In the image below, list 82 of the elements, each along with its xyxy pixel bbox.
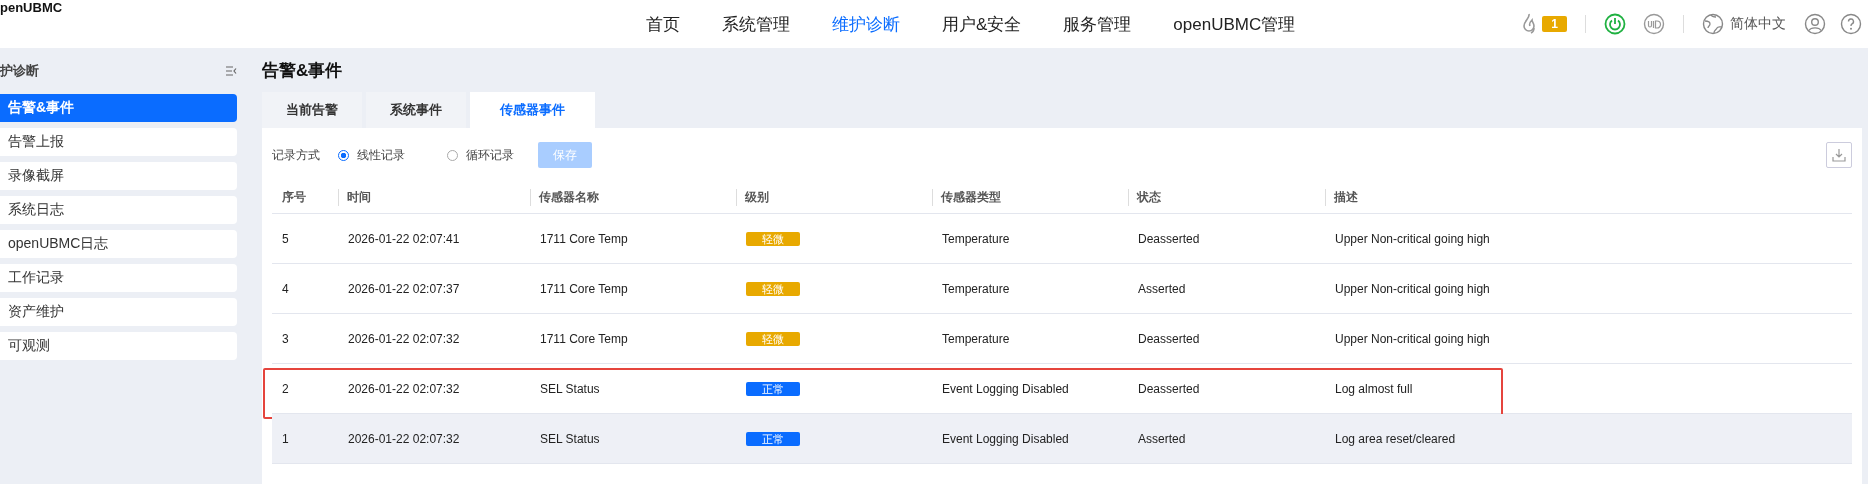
- radio-label: 循环记录: [466, 146, 514, 164]
- table-cell-text: Upper Non-critical going high: [1334, 331, 1491, 346]
- power-icon[interactable]: [1604, 13, 1626, 35]
- tab[interactable]: 系统事件: [366, 92, 466, 128]
- table-cell-text: Deasserted: [1137, 231, 1201, 246]
- nav-tab[interactable]: 维护诊断: [814, 12, 918, 36]
- help-icon[interactable]: [1840, 13, 1862, 35]
- table-cell-text: 1711 Core Temp: [539, 231, 629, 246]
- table-cell-text: 1: [281, 431, 290, 446]
- tab[interactable]: 当前告警: [262, 92, 362, 128]
- column-header: 时间: [338, 189, 530, 206]
- table-row[interactable]: 3 2026-01-22 02:07:32 1711 Core Temp 轻微 Temperature Deasserted Upper Non-critical going high: [272, 314, 1852, 364]
- sidebar-item[interactable]: openUBMC日志: [0, 230, 237, 258]
- table-cell-text: 5: [281, 231, 290, 246]
- sidebar-item[interactable]: 系统日志: [0, 196, 237, 224]
- severity-tag: 轻微: [746, 281, 800, 296]
- severity-tag: 轻微: [746, 331, 800, 346]
- collapse-icon[interactable]: [225, 65, 237, 77]
- nav-tab[interactable]: 系统管理: [704, 12, 808, 36]
- table-cell-text: 2026-01-22 02:07:32: [347, 381, 461, 396]
- radio-label: 线性记录: [357, 146, 405, 164]
- radio-option[interactable]: 循环记录: [447, 146, 514, 164]
- nav-tab[interactable]: 用户&安全: [924, 12, 1040, 36]
- table-cell-text: SEL Status: [539, 431, 601, 446]
- radio-button[interactable]: [338, 149, 349, 161]
- table-cell-text: 2026-01-22 02:07:37: [347, 281, 461, 296]
- radio-option[interactable]: 线性记录: [338, 146, 405, 164]
- download-icon: [1832, 148, 1846, 162]
- sidebar-title: 护诊断: [0, 62, 39, 80]
- table-row[interactable]: 4 2026-01-22 02:07:37 1711 Core Temp 轻微 Temperature Asserted Upper Non-critical going high: [272, 264, 1852, 314]
- severity-tag: 正常: [746, 431, 800, 446]
- sidebar-item[interactable]: 工作记录: [0, 264, 237, 292]
- table-cell-text: Asserted: [1137, 431, 1187, 446]
- table-cell-text: Upper Non-critical going high: [1334, 231, 1491, 246]
- column-header: 传感器类型: [932, 189, 1128, 206]
- radio-button[interactable]: [447, 149, 458, 161]
- table-cell-text: Upper Non-critical going high: [1334, 281, 1491, 296]
- table-cell-text: 2026-01-22 02:07:32: [347, 331, 461, 346]
- globe-icon[interactable]: [1702, 13, 1724, 35]
- nav-tab[interactable]: 服务管理: [1045, 12, 1150, 36]
- table-cell-text: Deasserted: [1137, 381, 1201, 396]
- language-selector[interactable]: 简体中文: [1730, 15, 1786, 33]
- sidebar-item[interactable]: 告警&事件: [0, 94, 237, 122]
- table-cell-text: Asserted: [1137, 281, 1187, 296]
- nav-tab[interactable]: 首页: [628, 12, 698, 36]
- table-cell-text: 4: [281, 281, 290, 296]
- table-cell-text: 2: [281, 381, 290, 396]
- user-icon[interactable]: [1804, 13, 1826, 35]
- sidebar-item[interactable]: 资产维护: [0, 298, 237, 326]
- table-cell-text: Event Logging Disabled: [941, 381, 1070, 396]
- table-cell-text: SEL Status: [539, 381, 601, 396]
- column-header: 描述: [1325, 189, 1852, 206]
- page-title: 告警&事件: [262, 60, 344, 82]
- column-header: 状态: [1128, 189, 1325, 206]
- table-cell-text: Log area reset/cleared: [1334, 431, 1457, 446]
- nav-tab[interactable]: openUBMC管理: [1155, 12, 1314, 36]
- table-cell-text: Temperature: [941, 331, 1011, 346]
- table-row[interactable]: 1 2026-01-22 02:07:32 SEL Status 正常 Event Logging Disabled Asserted Log area reset/cleared: [272, 414, 1852, 464]
- sidebar-item[interactable]: 告警上报: [0, 128, 237, 156]
- table-cell-text: Temperature: [941, 231, 1011, 246]
- table-cell-text: 3: [281, 331, 290, 346]
- logo-text: penUBMC: [0, 0, 63, 15]
- table-cell-text: 1711 Core Temp: [539, 331, 629, 346]
- severity-tag: 正常: [746, 381, 800, 396]
- export-button[interactable]: [1826, 142, 1852, 168]
- table-cell-text: Event Logging Disabled: [941, 431, 1070, 446]
- column-header: 序号: [281, 189, 307, 206]
- table-cell-text: Log almost full: [1334, 381, 1414, 396]
- sidebar-item[interactable]: 可观测: [0, 332, 237, 360]
- table-cell-text: 1711 Core Temp: [539, 281, 629, 296]
- table-cell-text: 2026-01-22 02:07:41: [347, 231, 461, 246]
- table-cell-text: 2026-01-22 02:07:32: [347, 431, 461, 446]
- uid-icon[interactable]: [1643, 13, 1665, 35]
- tab[interactable]: 传感器事件: [470, 92, 595, 128]
- column-header: 传感器名称: [530, 189, 736, 206]
- field-label: 记录方式: [272, 146, 320, 164]
- sidebar-item[interactable]: 录像截屏: [0, 162, 237, 190]
- severity-tag: 轻微: [746, 231, 800, 246]
- table-row[interactable]: 5 2026-01-22 02:07:41 1711 Core Temp 轻微 Temperature Deasserted Upper Non-critical going high: [272, 214, 1852, 264]
- table-cell-text: Temperature: [941, 281, 1011, 296]
- column-header: 级别: [736, 189, 932, 206]
- table-cell-text: Deasserted: [1137, 331, 1201, 346]
